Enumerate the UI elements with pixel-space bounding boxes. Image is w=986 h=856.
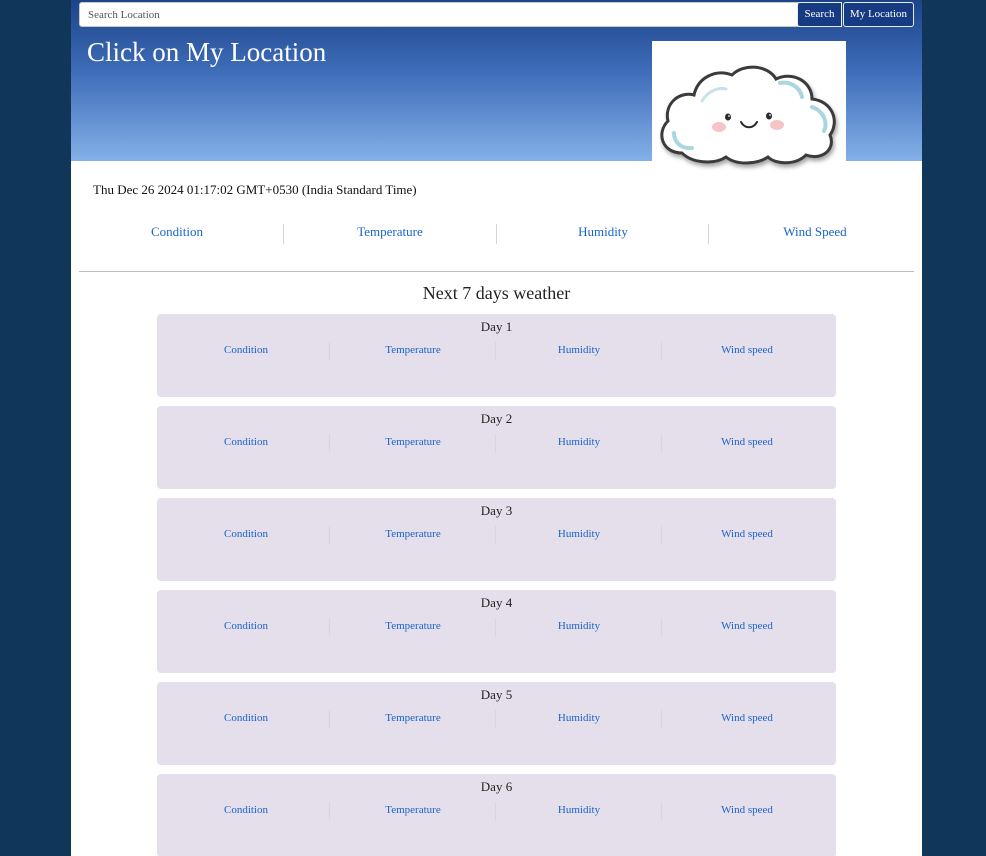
- day-field-condition[interactable]: Condition: [163, 712, 329, 724]
- day-field-wind-speed[interactable]: Wind speed: [664, 344, 830, 356]
- section-divider: [79, 271, 914, 272]
- day-field-humidity[interactable]: Humidity: [496, 712, 662, 724]
- forecast-day-card: Day 2 Condition Temperature Humidity Wind sp…: [157, 406, 836, 489]
- day-field-wind-speed[interactable]: Wind speed: [664, 528, 830, 540]
- day-field-divider: [661, 434, 662, 452]
- day-field-divider: [661, 802, 662, 820]
- weather-image: [652, 41, 846, 192]
- day-field-humidity[interactable]: Humidity: [496, 528, 662, 540]
- day-field-humidity[interactable]: Humidity: [496, 436, 662, 448]
- page-container: Click on My Location Search My Location: [71, 0, 922, 856]
- forecast-day-card: Day 5 Condition Temperature Humidity Wind sp…: [157, 682, 836, 765]
- forecast-day-card: Day 1 Condition Temperature Humidity Wind sp…: [157, 314, 836, 397]
- day-field-divider: [661, 618, 662, 636]
- day-field-temperature[interactable]: Temperature: [330, 712, 496, 724]
- metric-condition[interactable]: Condition: [71, 222, 283, 244]
- metric-wind-speed[interactable]: Wind Speed: [709, 222, 921, 244]
- search-bar: Search My Location: [79, 2, 914, 27]
- day-field-humidity[interactable]: Humidity: [496, 620, 662, 632]
- day-field-divider: [661, 526, 662, 544]
- day-field-wind-speed[interactable]: Wind speed: [664, 712, 830, 724]
- day-label: Day 5: [480, 687, 513, 702]
- day-field-divider: [661, 342, 662, 360]
- day-field-temperature[interactable]: Temperature: [330, 344, 496, 356]
- search-button[interactable]: Search: [797, 2, 842, 27]
- forecast-day-card: Day 4 Condition Temperature Humidity Wind sp…: [157, 590, 836, 673]
- day-label: Day 2: [480, 411, 513, 426]
- day-field-condition[interactable]: Condition: [163, 620, 329, 632]
- day-label: Day 1: [480, 319, 513, 334]
- day-field-condition[interactable]: Condition: [163, 804, 329, 816]
- metric-temperature[interactable]: Temperature: [284, 222, 496, 244]
- search-input[interactable]: [79, 2, 800, 27]
- current-weather-metrics: Condition Temperature Humidity Wind Spee…: [71, 222, 922, 244]
- my-location-button[interactable]: My Location: [843, 2, 914, 27]
- day-field-condition[interactable]: Condition: [163, 528, 329, 540]
- day-field-wind-speed[interactable]: Wind speed: [664, 804, 830, 816]
- day-field-humidity[interactable]: Humidity: [496, 344, 662, 356]
- page-title: Click on My Location: [87, 37, 327, 67]
- day-label: Day 6: [480, 779, 513, 794]
- forecast-title: Next 7 days weather: [422, 283, 571, 303]
- day-field-temperature[interactable]: Temperature: [330, 436, 496, 448]
- day-field-humidity[interactable]: Humidity: [496, 804, 662, 816]
- day-field-condition[interactable]: Condition: [163, 344, 329, 356]
- metric-humidity[interactable]: Humidity: [497, 222, 709, 244]
- day-field-condition[interactable]: Condition: [163, 436, 329, 448]
- smiling-cloud-icon: [660, 65, 836, 165]
- forecast-day-card: Day 6 Condition Temperature Humidity Wind sp…: [157, 774, 836, 856]
- day-label: Day 3: [480, 503, 513, 518]
- day-field-temperature[interactable]: Temperature: [330, 804, 496, 816]
- day-field-wind-speed[interactable]: Wind speed: [664, 620, 830, 632]
- day-field-temperature[interactable]: Temperature: [330, 528, 496, 540]
- forecast-day-card: Day 3 Condition Temperature Humidity Wind sp…: [157, 498, 836, 581]
- day-field-temperature[interactable]: Temperature: [330, 620, 496, 632]
- current-datetime: Thu Dec 26 2024 01:17:02 GMT+0530 (India…: [93, 182, 417, 197]
- day-field-divider: [661, 710, 662, 728]
- day-field-wind-speed[interactable]: Wind speed: [664, 436, 830, 448]
- day-label: Day 4: [480, 595, 513, 610]
